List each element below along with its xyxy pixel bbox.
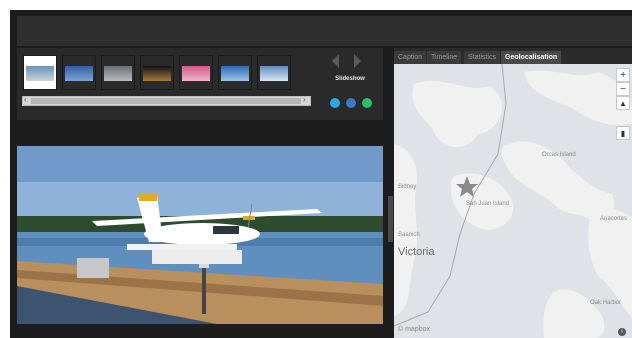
map-label-saanich: Saanich [398,232,420,238]
zoom-in-button[interactable]: + [616,68,630,82]
print-icon[interactable] [346,98,356,108]
filmstrip-thumbnail[interactable] [257,55,291,90]
tab-geolocalisation[interactable]: Geolocalisation [501,51,562,64]
tab-statistics[interactable]: Statistics [464,51,501,64]
main-photo [17,146,383,324]
slideshow-nav [330,54,364,68]
thumbnail-image [104,66,132,81]
thumbnail-image [143,66,171,81]
filmstrip-scrollbar[interactable]: ‹ › [22,95,311,106]
filmstrip-thumbnail[interactable] [218,55,252,90]
slideshow-button[interactable]: Slideshow [321,76,379,82]
thumbnail-image [221,66,249,81]
info-icon[interactable]: i [618,328,626,336]
map-canvas[interactable] [394,64,632,338]
filmstrip-thumbnail[interactable] [179,55,213,90]
info-tabs: Caption Timeline Statistics Geolocalisat… [394,48,632,64]
map-label-san-juan: San Juan Island [466,201,510,207]
panel-collapse-handle[interactable] [388,196,393,242]
tab-timeline[interactable]: Timeline [427,51,462,64]
compass-icon[interactable]: ▲ [616,96,630,110]
thumbnail-image [182,66,210,81]
zoom-out-button[interactable]: − [616,82,630,96]
top-toolbar [17,16,632,46]
map-layers-icon[interactable]: ▮ [616,126,630,140]
map-label-sidney: Sidney [398,184,417,190]
filmstrip-thumbnail[interactable] [140,55,174,90]
map-label-victoria: Victoria [398,246,435,258]
filmstrip-thumbnail[interactable] [62,55,96,90]
map-label-orcas: Orcas Island [542,152,576,158]
location-map[interactable]: Orcas Island San Juan Island Saanich Vic… [394,64,632,338]
scrollbar-thumb[interactable] [31,98,301,104]
share-icon[interactable] [330,98,340,108]
thumbnail-image [65,66,93,81]
filmstrip-thumbnail[interactable] [23,55,57,90]
filmstrip-thumbnail[interactable] [101,55,135,90]
seaplane-photo [17,146,383,324]
info-panel: Caption Timeline Statistics Geolocalisat… [394,48,632,338]
tab-caption[interactable]: Caption [394,51,427,64]
thumbnail-image [26,66,54,81]
download-icon[interactable] [362,98,372,108]
thumbnail-image [260,66,288,81]
next-arrow-icon[interactable] [354,54,361,68]
scroll-left-icon[interactable]: ‹ [24,95,27,104]
photo-viewer-window: ‹ › Slideshow Caption Timeline Statistic… [10,10,632,338]
mapbox-attribution: © mapbox [398,326,431,333]
map-label-anacortes: Anacortes [600,216,628,222]
previous-arrow-icon[interactable] [332,54,339,68]
filmstrip: ‹ › Slideshow [17,48,383,120]
scroll-right-icon[interactable]: › [303,95,306,104]
map-label-oak-harbor: Oak Harbor [590,300,622,306]
